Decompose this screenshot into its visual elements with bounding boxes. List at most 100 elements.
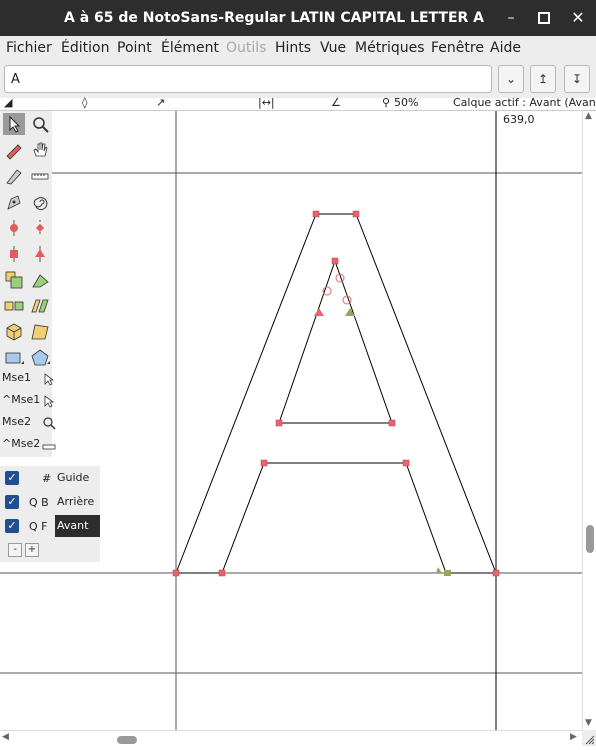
point[interactable] — [492, 569, 500, 577]
add-hv-curve-point-tool[interactable] — [29, 217, 51, 239]
layer-visible-checkbox[interactable]: ✓ — [5, 471, 19, 485]
glyph-name-input[interactable] — [4, 65, 492, 93]
polygon-tool[interactable] — [29, 347, 51, 369]
point[interactable] — [388, 419, 396, 427]
point[interactable] — [172, 569, 180, 577]
point[interactable] — [331, 257, 339, 265]
contour-points[interactable] — [172, 210, 500, 577]
point-info-icon: ◊ — [82, 96, 88, 109]
scroll-right-icon[interactable]: ▶ — [570, 732, 577, 742]
scroll-tool[interactable] — [29, 139, 51, 161]
pen-icon — [7, 195, 21, 210]
inner-contour[interactable] — [278, 259, 393, 424]
pencil-icon — [6, 144, 22, 160]
menu-outils: Outils — [226, 40, 267, 56]
layer-visible-checkbox[interactable]: ✓ — [5, 495, 19, 509]
tangent-point-icon — [35, 246, 45, 262]
remove-layer-button[interactable]: - — [8, 543, 22, 557]
skew-tool[interactable] — [29, 295, 51, 317]
outer-contour[interactable] — [175, 213, 497, 574]
point[interactable] — [312, 210, 320, 218]
vertical-scrollbar[interactable]: ▲ ▼ — [582, 111, 596, 730]
scroll-up-icon[interactable]: ▲ — [585, 111, 592, 121]
close-button[interactable]: ✕ — [561, 0, 595, 36]
knife-tool[interactable] — [3, 165, 25, 187]
arrow-up-icon: ↥ — [537, 72, 549, 86]
menu-vue[interactable]: Vue — [320, 40, 346, 56]
pointer-tool[interactable] — [3, 113, 25, 135]
layer-name[interactable]: Guide — [55, 467, 100, 489]
add-corner-point-tool[interactable] — [3, 243, 25, 265]
layer-name[interactable]: Arrière — [55, 491, 100, 513]
menu-fichier[interactable]: Fichier — [6, 40, 52, 56]
menu-metriques[interactable]: Métriques — [355, 40, 425, 56]
menu-fenetre[interactable]: Fenêtre — [431, 40, 484, 56]
point[interactable] — [260, 459, 268, 467]
add-tangent-point-tool[interactable] — [29, 243, 51, 265]
magnify-tool[interactable] — [29, 113, 51, 135]
pen-tool[interactable] — [3, 191, 25, 213]
horizontal-scroll-thumb[interactable] — [117, 736, 137, 744]
layers-panel: ✓ # Guide ✓ Q B Arrière ✓ Q F Avant - + — [0, 466, 100, 562]
control-point-marker[interactable] — [345, 308, 355, 316]
next-glyph-button[interactable]: ↧ — [564, 65, 590, 93]
rotate-tool[interactable] — [29, 269, 51, 291]
scroll-left-icon[interactable]: ◀ — [2, 732, 9, 742]
layer-row-fore[interactable]: ✓ Q F Avant — [0, 515, 100, 537]
layer-flags: Q F — [29, 520, 48, 533]
vertical-scroll-thumb[interactable] — [586, 525, 594, 553]
layer-row-guide[interactable]: ✓ # Guide — [0, 467, 100, 489]
hand-icon — [33, 142, 48, 157]
layer-visible-checkbox[interactable]: ✓ — [5, 519, 19, 533]
ruler-icon — [31, 173, 49, 180]
start-point[interactable] — [444, 570, 451, 576]
3d-rotate-tool[interactable] — [3, 321, 25, 343]
arrow-down-icon: ↧ — [571, 72, 583, 86]
menu-edition[interactable]: Édition — [61, 40, 109, 56]
pointer-icon — [44, 373, 55, 386]
window-title: A à 65 de NotoSans-Regular LATIN CAPITAL… — [64, 10, 484, 26]
control-points[interactable] — [322, 273, 352, 305]
point[interactable] — [402, 459, 410, 467]
freehand-tool[interactable] — [3, 139, 25, 161]
width-icon: |↔| — [258, 96, 275, 109]
menu-hints[interactable]: Hints — [275, 40, 311, 56]
hv-curve-point-icon — [36, 220, 44, 236]
tool-palette: Mse1 ^Mse1 Mse2 ^Mse2 — [0, 111, 56, 457]
spiro-tool[interactable] — [29, 191, 51, 213]
perspective-tool[interactable] — [29, 321, 51, 343]
layer-flags: # — [42, 472, 52, 485]
layer-row-back[interactable]: ✓ Q B Arrière — [0, 491, 100, 513]
close-icon: ✕ — [571, 8, 585, 27]
control-point[interactable] — [342, 295, 352, 305]
point[interactable] — [275, 419, 283, 427]
resize-grip[interactable] — [582, 730, 596, 746]
layer-name-active[interactable]: Avant — [55, 515, 100, 537]
flip-tool[interactable] — [3, 295, 25, 317]
point[interactable] — [352, 210, 360, 218]
rectangle-icon — [5, 352, 24, 364]
control-point-marker[interactable] — [314, 308, 324, 316]
maximize-button[interactable] — [527, 0, 561, 36]
minimize-button[interactable]: – — [494, 0, 528, 36]
add-curve-point-tool[interactable] — [3, 217, 25, 239]
menu-element[interactable]: Élément — [161, 40, 219, 56]
glyph-outline-view[interactable]: 639,0 — [0, 111, 582, 730]
menu-point[interactable]: Point — [117, 40, 152, 56]
menu-aide[interactable]: Aide — [490, 40, 521, 56]
scale-tool[interactable] — [3, 269, 25, 291]
minimize-icon: – — [507, 10, 515, 26]
scroll-down-icon[interactable]: ▼ — [585, 718, 592, 728]
polygon-icon — [31, 349, 50, 366]
ruler-tool[interactable] — [29, 165, 51, 187]
add-layer-button[interactable]: + — [25, 543, 39, 557]
rectangle-tool[interactable] — [3, 347, 25, 369]
point[interactable] — [218, 569, 226, 577]
previous-glyph-button[interactable]: ↥ — [530, 65, 556, 93]
direction-arrow-icon — [436, 567, 442, 573]
layer-flags: Q B — [29, 496, 49, 509]
horizontal-scrollbar[interactable]: ◀ ▶ — [0, 730, 582, 747]
glyph-canvas[interactable]: 639,0 — [0, 111, 582, 730]
glyph-dropdown-button[interactable]: ⌄ — [498, 65, 524, 93]
magnify-icon — [43, 417, 56, 430]
